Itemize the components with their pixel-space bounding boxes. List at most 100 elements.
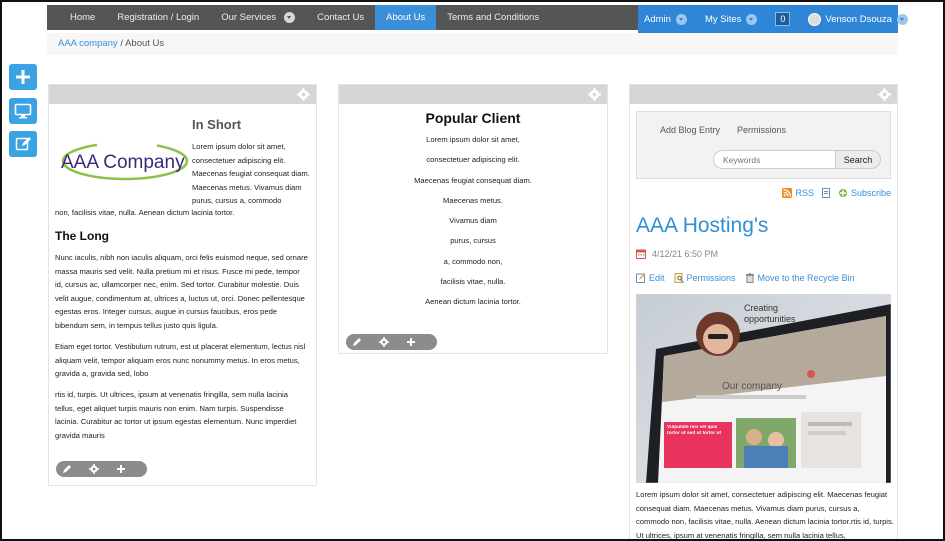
add-icon[interactable]: [406, 337, 416, 347]
gear-icon[interactable]: [588, 88, 601, 101]
nav-item-registration-login[interactable]: Registration / Login: [106, 5, 210, 30]
add-icon[interactable]: [116, 464, 126, 474]
pane-body: Add Blog Entry Permissions Search RSS Su…: [630, 104, 897, 540]
popular-client-line: purus, cursus: [450, 236, 496, 246]
popular-client-line: consectetuer adipiscing elit.: [426, 155, 520, 165]
desktop-icon: [14, 103, 32, 119]
permissions-label: Permissions: [686, 273, 736, 283]
search-button[interactable]: Search: [835, 150, 881, 169]
permissions-icon: [674, 273, 684, 283]
add-module-button[interactable]: [9, 64, 37, 90]
heading-popular-client: Popular Client: [425, 110, 521, 126]
content-pane-about: AAA Company In Short Lorem ipsum dolor s…: [48, 84, 317, 486]
chevron-down-icon: [675, 13, 687, 25]
content-pane-blog: Add Blog Entry Permissions Search RSS Su…: [629, 84, 898, 540]
long-paragraph-3: rtis id, turpis. Ut ultrices, ipsum at v…: [55, 390, 297, 440]
edit-icon: [15, 137, 31, 151]
my-sites-menu[interactable]: My Sites: [705, 13, 758, 25]
nav-item-label: Contact Us: [317, 12, 365, 23]
short-text: Lorem ipsum dolor sit amet, consectetuer…: [192, 142, 310, 205]
post-title[interactable]: AAA Hosting's: [636, 214, 768, 238]
calendar-icon: [636, 249, 646, 259]
gear-icon[interactable]: [878, 88, 891, 101]
popular-client-line: Lorem ipsum dolor sit amet,: [426, 135, 520, 144]
pane-header: [630, 85, 897, 104]
image-text-creating: Creating: [744, 303, 778, 313]
post-text: Lorem ipsum dolor sit amet, consectetuer…: [636, 490, 894, 540]
preview-button[interactable]: [9, 98, 37, 124]
heading-in-short: In Short: [192, 117, 242, 132]
blog-toolbar: Add Blog Entry Permissions Search: [636, 111, 891, 179]
image-text-promo: Vulputate nisi vel quis tortor ut sed ut…: [667, 425, 722, 436]
popular-client-line: Vivamus diam: [449, 216, 497, 226]
post-actions: Edit Permissions Move to the Recycle Bin: [636, 273, 864, 283]
avatar: [808, 12, 822, 26]
popular-client-line: a, commodo non,: [443, 256, 503, 266]
user-name: Venson Dsouza: [825, 13, 892, 25]
notification-count[interactable]: 0: [775, 12, 791, 26]
module-actions: [346, 334, 437, 350]
pane-header: [49, 85, 316, 104]
popular-client-text: Lorem ipsum dolor sit amet, consectetuer …: [339, 130, 607, 313]
user-menu[interactable]: Venson Dsouza: [808, 12, 908, 26]
gear-icon[interactable]: [89, 464, 99, 474]
nav-item-label: Our Services: [221, 12, 277, 23]
popular-client-line: Maecenas metus.: [443, 195, 503, 205]
nav-item-label: Registration / Login: [117, 12, 200, 23]
gear-icon[interactable]: [297, 88, 310, 101]
permissions-link[interactable]: Permissions: [674, 273, 736, 283]
popular-client-line: Aenean dictum lacinia tortor.: [425, 297, 521, 307]
rss-link[interactable]: RSS: [795, 188, 814, 198]
pane-body: Popular Client Lorem ipsum dolor sit ame…: [339, 110, 607, 361]
admin-menu[interactable]: Admin: [644, 13, 687, 25]
breadcrumb: AAA company / About Us: [47, 33, 898, 55]
edit-page-button[interactable]: [9, 131, 37, 157]
recycle-link[interactable]: Move to the Recycle Bin: [745, 273, 855, 283]
image-text-opportunities: opportunities: [744, 314, 796, 324]
pencil-icon[interactable]: [352, 337, 362, 347]
nav-item-label: About Us: [386, 12, 426, 23]
pane-body: AAA Company In Short Lorem ipsum dolor s…: [49, 104, 316, 487]
edit-icon: [636, 273, 646, 283]
admin-label: Admin: [644, 13, 671, 25]
chevron-down-icon: [746, 13, 758, 25]
nav-item-our-services[interactable]: Our Services: [210, 5, 306, 30]
edit-label: Edit: [649, 273, 665, 283]
content-pane-popular-client: Popular Client Lorem ipsum dolor sit ame…: [338, 84, 608, 354]
breadcrumb-current: About Us: [125, 38, 165, 49]
nav-item-about-us[interactable]: About Us: [375, 5, 437, 30]
search-input[interactable]: [713, 150, 837, 169]
nav-item-label: Home: [70, 12, 96, 23]
nav-item-label: Terms and Conditions: [447, 12, 540, 23]
blog-permissions-link[interactable]: Permissions: [737, 125, 786, 135]
add-blog-entry-link[interactable]: Add Blog Entry: [660, 125, 720, 135]
feed-links: RSS Subscribe: [782, 188, 891, 198]
long-paragraph-1: Nunc iaculis, nibh non iaculis aliquam, …: [55, 253, 308, 330]
user-bar: Admin My Sites 0 Venson Dsouza: [638, 5, 908, 33]
popular-client-line: facilisis vitae, nulla.: [440, 277, 506, 287]
breadcrumb-home-link[interactable]: AAA company: [58, 38, 118, 49]
post-date: 4/12/21 6:50 PM: [636, 249, 718, 259]
add-icon: [16, 70, 30, 84]
trash-icon: [745, 273, 754, 283]
long-paragraph-2: Etiam eget tortor. Vestibulum rutrum, es…: [55, 342, 306, 378]
nav-item-terms-and-conditions[interactable]: Terms and Conditions: [436, 5, 550, 30]
logo-text: AAA Company: [61, 152, 185, 173]
recycle-label: Move to the Recycle Bin: [757, 273, 855, 283]
main-nav: Home Registration / Login Our Services Cont…: [59, 5, 550, 30]
edit-link[interactable]: Edit: [636, 273, 665, 283]
popular-client-line: Maecenas feugiat consequat diam.: [414, 175, 532, 185]
nav-item-home[interactable]: Home: [59, 5, 106, 30]
gear-icon[interactable]: [379, 337, 389, 347]
company-logo: AAA Company: [59, 134, 190, 188]
breadcrumb-separator: /: [120, 38, 123, 49]
short-text-tail: non, facilisis vitae, nulla. Aenean dict…: [55, 208, 235, 217]
subscribe-link[interactable]: Subscribe: [851, 188, 891, 198]
feed-file-icon: [821, 188, 830, 198]
pencil-icon[interactable]: [62, 464, 72, 474]
image-text-company: Our company: [722, 381, 782, 392]
chevron-down-icon: [896, 13, 908, 25]
nav-item-contact-us[interactable]: Contact Us: [306, 5, 375, 30]
chevron-down-icon: [284, 12, 296, 23]
heading-the-long: The Long: [55, 229, 109, 243]
